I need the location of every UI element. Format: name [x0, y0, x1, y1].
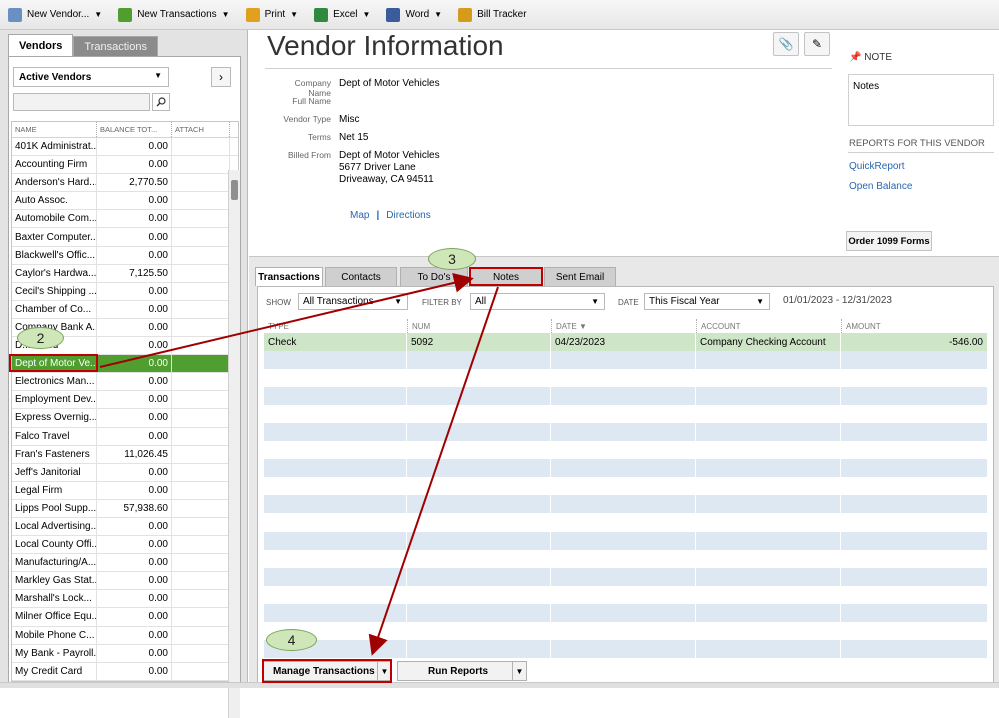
callout-2: 2 — [17, 327, 64, 349]
annotation-arrows — [99, 272, 499, 656]
callout-3: 3 — [428, 248, 476, 270]
callout-4: 4 — [266, 629, 317, 651]
arrow-to-notes-tab — [99, 272, 474, 368]
arrow-to-manage-transactions — [368, 286, 499, 656]
